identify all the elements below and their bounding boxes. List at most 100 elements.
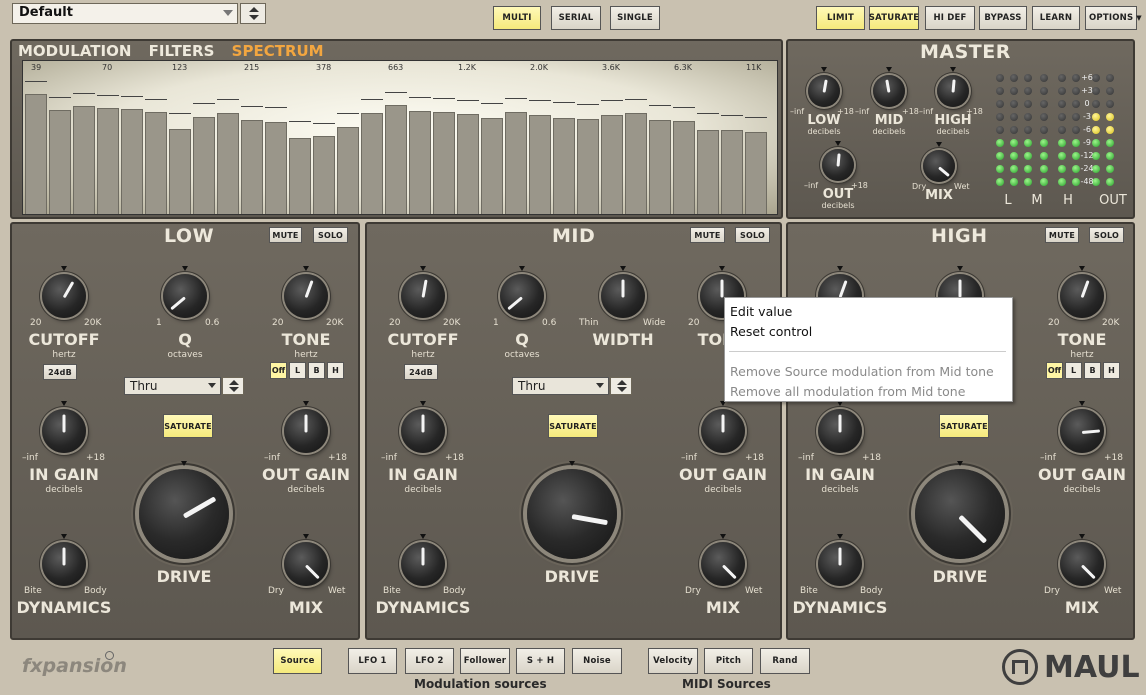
source-button[interactable]: Source [273,648,322,674]
mid-mode-select[interactable]: Thru [512,377,609,395]
pitch-button[interactable]: Pitch [704,648,753,674]
mid-out-gain-knob[interactable] [701,409,745,453]
mid-dynamics-knob[interactable] [401,542,445,586]
lfo2-button[interactable]: LFO 2 [405,648,454,674]
low-out-gain-knob[interactable] [284,409,328,453]
mid-saturate-button[interactable]: SATURATE [548,414,598,438]
mid-in-gain-knob[interactable] [401,409,445,453]
mid-q-knob[interactable] [500,274,544,318]
spectrum-peak [169,113,191,114]
meter-channel-label: H [1063,193,1073,208]
low-saturate-button[interactable]: SATURATE [163,414,213,438]
spectrum-bar [193,117,215,214]
menu-reset-control[interactable]: Reset control [730,324,812,339]
spectrum-bar [265,122,287,214]
tone-b-toggle[interactable]: B [308,362,325,379]
high-tone-knob[interactable] [1060,274,1104,318]
high-out-gain-knob[interactable] [1060,409,1104,453]
high-mute-button[interactable]: MUTE [1045,227,1079,243]
menu-remove-all-mod[interactable]: Remove all modulation from Mid tone [730,384,965,399]
preset-selector[interactable]: Default [12,3,238,24]
low-mode-spinner[interactable] [222,377,244,395]
mid-solo-button[interactable]: SOLO [735,227,770,243]
high-saturate-button[interactable]: SATURATE [939,414,989,438]
tab-spectrum[interactable]: SPECTRUM [232,42,324,60]
meter-led [1024,152,1032,160]
saturate-master-button[interactable]: SATURATE [869,6,919,30]
options-label: OPTIONS [1089,13,1134,23]
high-dynamics-knob[interactable] [818,542,862,586]
knob-indicator [838,547,842,566]
tone-l-toggle[interactable]: L [1065,362,1082,379]
arrow-up-icon [617,380,627,385]
meter-led [996,126,1004,134]
spectrum-peak [217,99,239,100]
low-slope-button[interactable]: 24dB [43,364,77,380]
tone-l-toggle[interactable]: L [289,362,306,379]
hi-def-button[interactable]: HI DEF [925,6,975,30]
low-in-gain-knob[interactable] [42,409,86,453]
serial-mode-button[interactable]: SERIAL [551,6,601,30]
menu-remove-source-mod[interactable]: Remove Source modulation from Mid tone [730,364,994,379]
rand-button[interactable]: Rand [760,648,810,674]
high-in-gain-max: +18 [862,453,881,463]
multi-mode-button[interactable]: MULTI [493,6,541,30]
low-drive-knob[interactable] [139,469,229,559]
master-mid-knob[interactable] [873,75,905,107]
noise-button[interactable]: Noise [572,648,622,674]
mid-slope-button[interactable]: 24dB [404,364,438,380]
mid-width-knob[interactable] [601,274,645,318]
arrow-down-icon [249,15,259,20]
lfo1-button[interactable]: LFO 1 [348,648,397,674]
tone-h-toggle[interactable]: H [1103,362,1120,379]
velocity-button[interactable]: Velocity [648,648,698,674]
freq-label: 123 [172,63,188,72]
options-button[interactable]: OPTIONS ▼ [1085,6,1142,30]
tone-off-toggle[interactable]: Off [1046,362,1063,379]
mid-mix-knob[interactable] [701,542,745,586]
tone-b-toggle[interactable]: B [1084,362,1101,379]
low-mix-knob[interactable] [284,542,328,586]
mid-cutoff-knob[interactable] [401,274,445,318]
mid-mode-spinner[interactable] [610,377,632,395]
tab-filters[interactable]: FILTERS [149,42,215,60]
high-mix-knob[interactable] [1060,542,1104,586]
high-solo-button[interactable]: SOLO [1089,227,1124,243]
meter-led [1106,152,1114,160]
meter-scale-label: -24 [1080,164,1094,173]
master-high-knob[interactable] [937,75,969,107]
spectrum-peak [529,100,551,101]
low-mode-select[interactable]: Thru [124,377,221,395]
meter-led [996,139,1004,147]
spectrum-peak [49,97,71,98]
sample-hold-button[interactable]: S + H [516,648,565,674]
bypass-button[interactable]: BYPASS [979,6,1027,30]
master-low-knob[interactable] [808,75,840,107]
low-q-unit: octaves [167,350,203,360]
learn-button[interactable]: LEARN [1032,6,1080,30]
tone-h-toggle[interactable]: H [327,362,344,379]
tone-off-toggle[interactable]: Off [270,362,287,379]
high-in-gain-knob[interactable] [818,409,862,453]
master-out-knob[interactable] [822,149,854,181]
limit-button[interactable]: LIMIT [816,6,865,30]
master-mix-knob[interactable] [923,150,955,182]
follower-button[interactable]: Follower [460,648,510,674]
mid-drive-knob[interactable] [527,469,617,559]
knob-indicator [62,414,66,433]
spectrum-bar [409,111,431,214]
mid-mute-button[interactable]: MUTE [690,227,725,243]
spectrum-peak [385,92,407,93]
low-solo-button[interactable]: SOLO [313,227,348,243]
low-mute-button[interactable]: MUTE [269,227,302,243]
preset-spinner[interactable] [240,3,266,24]
low-tone-knob[interactable] [284,274,328,318]
single-mode-button[interactable]: SINGLE [610,6,660,30]
tab-modulation[interactable]: MODULATION [18,42,131,60]
low-q-knob[interactable] [163,274,207,318]
low-cutoff-knob[interactable] [42,274,86,318]
high-drive-knob[interactable] [915,469,1005,559]
low-dynamics-knob[interactable] [42,542,86,586]
mid-out-gain-unit: decibels [704,485,742,495]
menu-edit-value[interactable]: Edit value [730,304,792,319]
